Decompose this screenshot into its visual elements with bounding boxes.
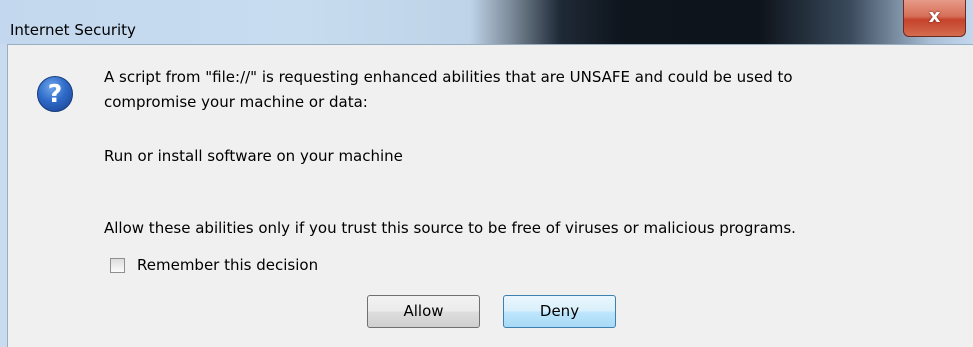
message-line-2: compromise your machine or data: <box>104 93 368 111</box>
dialog-window: Internet Security x ? A script from "fil… <box>0 0 973 347</box>
remember-decision-label[interactable]: Remember this decision <box>137 256 318 274</box>
window-title: Internet Security <box>10 21 136 39</box>
remember-decision-checkbox[interactable] <box>110 258 125 273</box>
close-button[interactable]: x <box>903 0 966 37</box>
title-bar[interactable]: Internet Security x <box>0 0 973 44</box>
allow-button[interactable]: Allow <box>367 295 480 328</box>
warning-text: Allow these abilities only if you trust … <box>104 219 796 237</box>
deny-button[interactable]: Deny <box>503 295 616 328</box>
dialog-body: ? A script from "file://" is requesting … <box>7 44 973 347</box>
question-icon: ? <box>37 76 73 112</box>
requested-ability: Run or install software on your machine <box>104 147 403 165</box>
close-icon: x <box>928 6 941 27</box>
message-line-1: A script from "file://" is requesting en… <box>104 68 793 86</box>
